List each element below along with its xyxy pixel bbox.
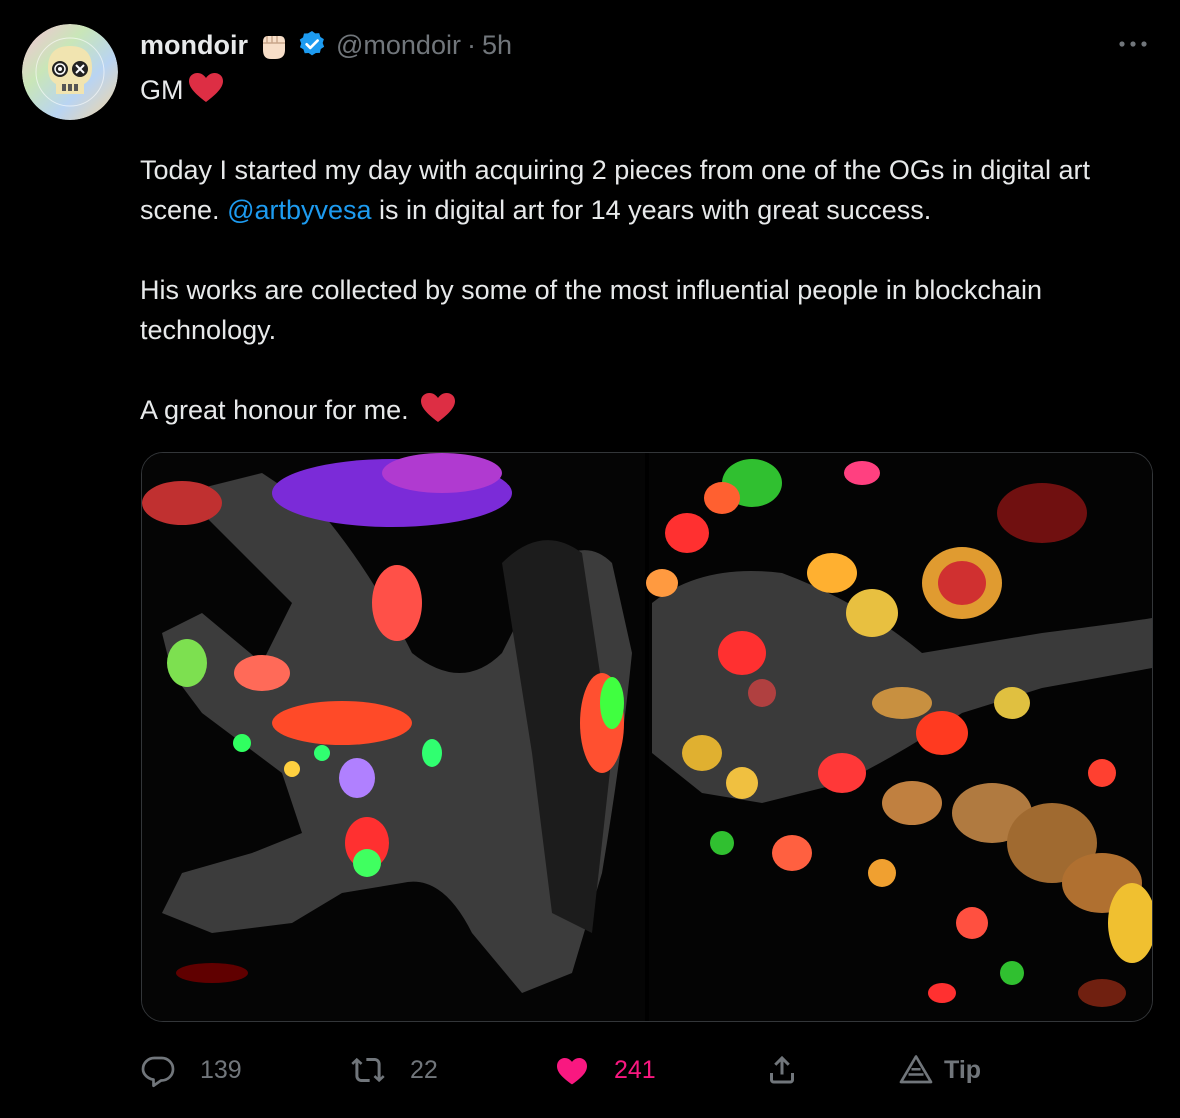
tip-label: Tip — [944, 1055, 982, 1084]
retweet-count: 22 — [410, 1055, 438, 1084]
artwork-image-right[interactable] — [646, 453, 1152, 1021]
mention-link[interactable]: @artbyvesa — [227, 195, 371, 225]
timestamp[interactable]: 5h — [482, 30, 512, 61]
tweet: mondoir @mondoir · 5h GM Today I started… — [0, 0, 1180, 1118]
reply-icon — [140, 1052, 176, 1088]
share-icon — [764, 1052, 800, 1088]
retweet-icon — [350, 1052, 386, 1088]
artwork-image-left[interactable] — [142, 453, 645, 1021]
paragraph-1: Today I started my day with acquiring 2 … — [140, 150, 1160, 230]
reply-count: 139 — [200, 1055, 242, 1084]
separator-dot: · — [466, 29, 476, 60]
reply-button[interactable]: 139 — [140, 1048, 242, 1092]
media-grid — [141, 452, 1153, 1022]
gm-text: GM — [140, 75, 184, 105]
paragraph-1-end: is in digital art for 14 years with grea… — [371, 195, 932, 225]
user-handle[interactable]: @mondoir — [336, 30, 461, 61]
display-name[interactable]: mondoir — [140, 30, 248, 61]
red-heart-icon — [420, 392, 456, 424]
tweet-header: mondoir @mondoir · 5h — [140, 28, 512, 62]
avatar[interactable] — [22, 24, 118, 120]
tweet-actions: 139 22 241 Tip — [140, 1048, 1140, 1092]
like-button[interactable]: 241 — [554, 1048, 656, 1092]
raised-fist-icon — [256, 28, 290, 62]
text-line-gm: GM — [140, 70, 1160, 110]
verified-badge-icon — [296, 29, 328, 61]
heart-filled-icon — [554, 1052, 590, 1088]
paragraph-3-text: A great honour for me. — [140, 395, 417, 425]
more-options-icon[interactable] — [1113, 34, 1153, 54]
red-heart-icon — [188, 72, 224, 104]
like-count: 241 — [614, 1055, 656, 1084]
retweet-button[interactable]: 22 — [350, 1048, 438, 1092]
paragraph-2: His works are collected by some of the m… — [140, 275, 1042, 345]
tip-icon — [898, 1052, 934, 1088]
paragraph-3: A great honour for me. — [140, 390, 1160, 430]
share-button[interactable] — [764, 1048, 824, 1092]
tip-button[interactable]: Tip — [898, 1048, 981, 1092]
tweet-text: GM Today I started my day with acquiring… — [140, 70, 1160, 430]
